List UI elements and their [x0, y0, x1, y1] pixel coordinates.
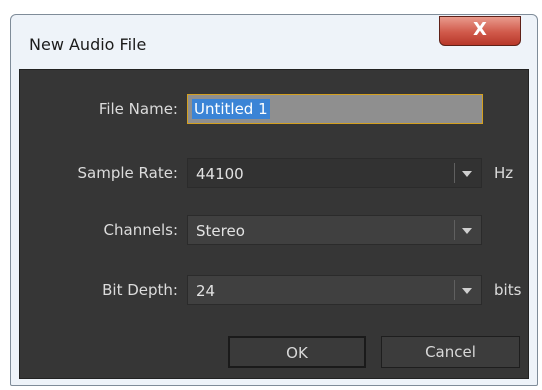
dialog-window: New Audio File X File Name: Untitled 1 S…: [10, 14, 538, 386]
sample-rate-label: Sample Rate:: [77, 164, 178, 182]
dialog-content: File Name: Untitled 1 Sample Rate: 44100…: [19, 69, 529, 379]
title-bar[interactable]: New Audio File X: [11, 15, 537, 69]
cancel-button[interactable]: Cancel: [381, 336, 520, 368]
file-name-value: Untitled 1: [192, 99, 270, 119]
chevron-down-icon[interactable]: [462, 171, 472, 177]
combo-divider: [454, 280, 455, 300]
sample-rate-value: 44100: [196, 165, 244, 183]
file-name-field[interactable]: Untitled 1: [187, 94, 483, 124]
sample-rate-combobox[interactable]: 44100: [187, 158, 482, 188]
bit-depth-label: Bit Depth:: [102, 281, 178, 299]
window-title: New Audio File: [29, 35, 147, 54]
channels-value: Stereo: [196, 222, 245, 240]
combo-divider: [454, 220, 455, 240]
ok-button[interactable]: OK: [228, 336, 366, 368]
sample-rate-unit: Hz: [494, 164, 514, 182]
bit-depth-value: 24: [196, 282, 216, 300]
bit-depth-dropdown[interactable]: 24: [187, 275, 482, 305]
chevron-down-icon[interactable]: [462, 228, 472, 234]
close-icon: X: [473, 19, 487, 40]
channels-label: Channels:: [103, 221, 178, 239]
combo-divider: [454, 163, 455, 183]
close-button[interactable]: X: [439, 16, 521, 46]
chevron-down-icon[interactable]: [462, 288, 472, 294]
channels-dropdown[interactable]: Stereo: [187, 215, 482, 245]
file-name-label: File Name:: [98, 100, 178, 118]
bit-depth-unit: bits: [494, 281, 522, 299]
